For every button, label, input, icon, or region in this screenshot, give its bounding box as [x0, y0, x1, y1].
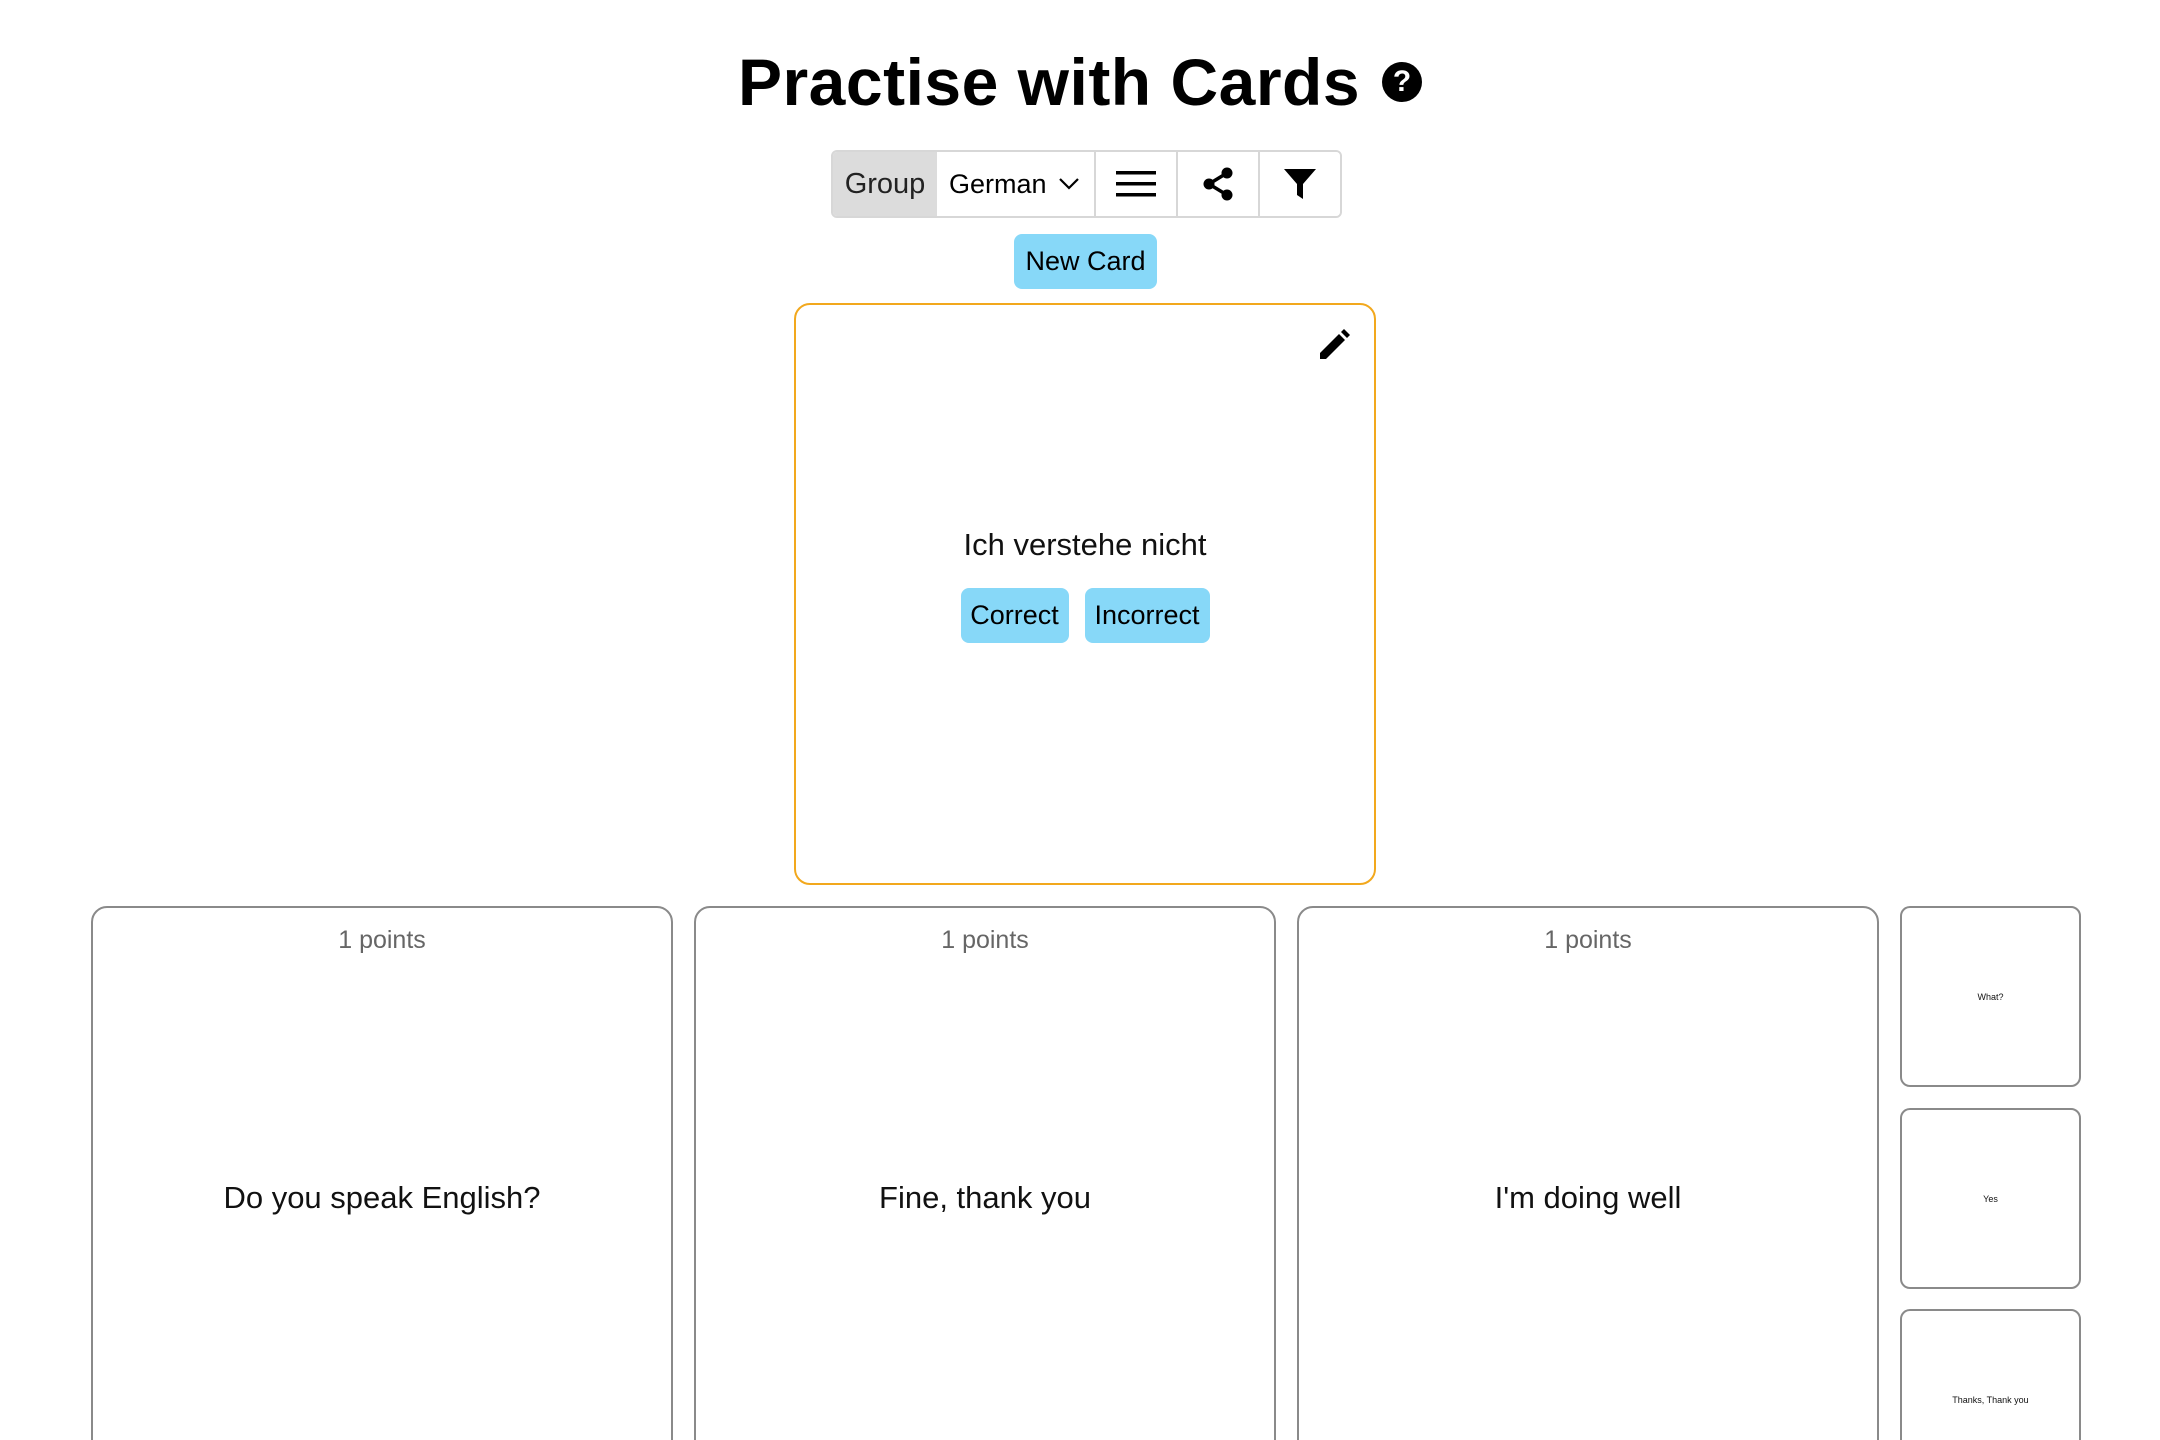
list-button[interactable]	[1096, 152, 1178, 216]
share-icon	[1203, 167, 1233, 201]
thumbnail-card[interactable]: Yes	[1900, 1108, 2081, 1289]
card-points: 1 points	[1544, 926, 1632, 954]
group-label: Group	[833, 152, 937, 216]
menu-icon	[1116, 171, 1156, 197]
card-points: 1 points	[338, 926, 426, 954]
group-select[interactable]: German	[937, 152, 1096, 216]
filter-button[interactable]	[1260, 152, 1340, 216]
edit-button[interactable]	[1316, 325, 1354, 368]
page-title: Practise with Cards	[737, 45, 1361, 119]
question-circle-icon[interactable]: ?	[1382, 62, 1423, 102]
correct-button[interactable]: Correct	[960, 588, 1069, 643]
answer-buttons: Correct Incorrect	[796, 588, 1374, 643]
thumbnail-card[interactable]: What?	[1900, 906, 2081, 1087]
current-card: Ich verstehe nicht Correct Incorrect	[794, 303, 1376, 885]
card-question: Ich verstehe nicht	[963, 527, 1207, 562]
thumbnail-text: Yes	[1983, 1193, 1998, 1204]
card-points: 1 points	[941, 926, 1029, 954]
practise-page: Practise with Cards ? Group German New C…	[0, 0, 2160, 1440]
deck-card[interactable]: 1 points Fine, thank you	[694, 906, 1276, 1440]
toolbar: Group German	[831, 150, 1342, 218]
share-button[interactable]	[1178, 152, 1260, 216]
pencil-icon	[1320, 329, 1350, 359]
deck-card[interactable]: 1 points I'm doing well	[1297, 906, 1879, 1440]
thumbnail-text: Thanks, Thank you	[1952, 1394, 2029, 1405]
filter-icon	[1284, 169, 1316, 199]
deck-card[interactable]: 1 points Do you speak English?	[91, 906, 673, 1440]
chevron-down-icon	[1059, 178, 1079, 190]
card-text: I'm doing well	[1494, 1180, 1682, 1215]
group-select-value: German	[949, 168, 1047, 199]
thumbnail-card[interactable]: Thanks, Thank you	[1900, 1309, 2081, 1440]
thumbnail-text: What?	[1977, 991, 2004, 1002]
incorrect-button[interactable]: Incorrect	[1084, 588, 1210, 643]
header: Practise with Cards ?	[0, 44, 2160, 120]
new-card-button[interactable]: New Card	[1014, 234, 1157, 289]
card-text: Do you speak English?	[223, 1180, 541, 1215]
card-text: Fine, thank you	[879, 1180, 1091, 1215]
